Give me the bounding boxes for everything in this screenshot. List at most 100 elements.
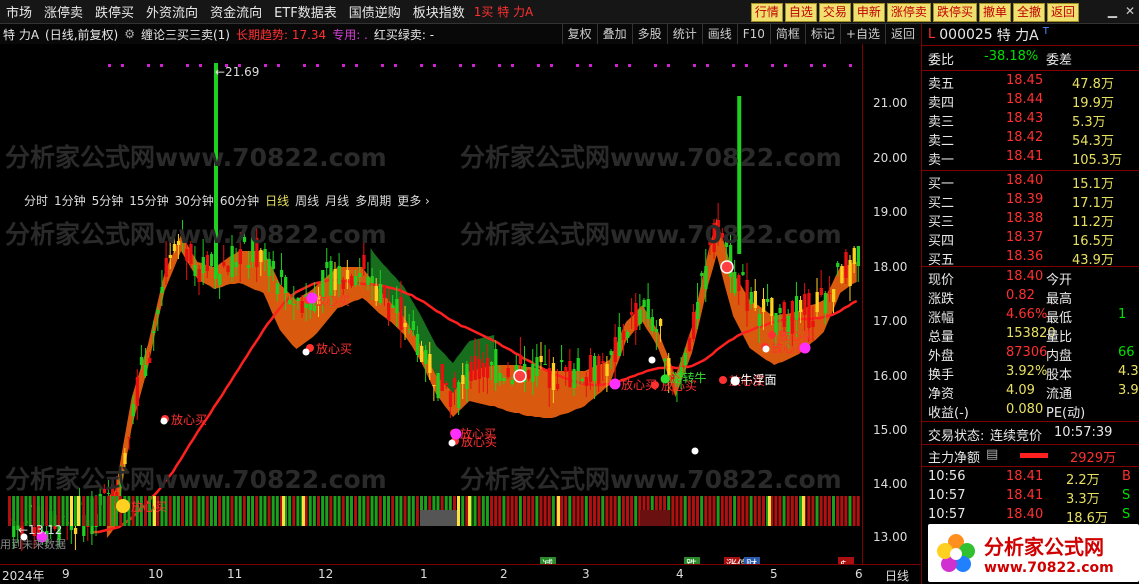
signal-dot xyxy=(342,64,345,67)
sell-row[interactable]: 卖四 18.44 19.9万 xyxy=(922,91,1139,111)
candle xyxy=(584,377,589,386)
period-tab-more[interactable]: 更多 › xyxy=(397,192,430,209)
period-tab-15min[interactable]: 15分钟 xyxy=(129,192,168,209)
period-tab-daily[interactable]: 日线 xyxy=(265,192,289,209)
toolbar-f10[interactable]: F10 xyxy=(736,24,770,44)
period-tab-30min[interactable]: 30分钟 xyxy=(175,192,214,209)
menu-item-sector-index[interactable]: 板块指数 xyxy=(407,2,471,21)
time-month: 6 xyxy=(855,567,863,581)
signal-dot xyxy=(381,64,384,67)
minimize-icon[interactable]: ▁ xyxy=(1108,4,1117,18)
volume-bar xyxy=(737,496,741,526)
ipo-button[interactable]: 申新 xyxy=(852,3,885,22)
stat-label: 内盘 xyxy=(1046,349,1073,364)
menu-item-market[interactable]: 市场 xyxy=(0,2,38,21)
menu-item-capital-flow[interactable]: 资金流向 xyxy=(204,2,268,21)
toolbar-multi-stock[interactable]: 多股 xyxy=(631,24,667,44)
quote-button[interactable]: 行情 xyxy=(750,3,783,22)
menu-item-repo[interactable]: 国债逆购 xyxy=(343,2,407,21)
trade-button[interactable]: 交易 xyxy=(818,3,851,22)
indicator-name[interactable]: 缠论三买三卖(1) xyxy=(138,26,233,43)
limit-down-buy-button[interactable]: 跌停买 xyxy=(932,3,977,22)
toolbar-draw[interactable]: 画线 xyxy=(701,24,737,44)
menu-icon[interactable]: ▤ xyxy=(986,447,998,462)
period-tab-weekly[interactable]: 周线 xyxy=(295,192,319,209)
back-button[interactable]: 返回 xyxy=(1046,3,1079,22)
candle xyxy=(143,365,148,376)
signal-dot xyxy=(186,64,189,67)
sell-row[interactable]: 卖二 18.42 54.3万 xyxy=(922,129,1139,149)
volume-bar xyxy=(57,496,61,526)
close-icon[interactable]: ✕ xyxy=(1125,4,1135,18)
buy-row[interactable]: 买五 18.36 43.9万 xyxy=(922,248,1139,268)
sell-row[interactable]: 卖三 18.43 5.3万 xyxy=(922,110,1139,130)
menu-hot-stock[interactable]: 1买 特 力A xyxy=(471,3,536,20)
candle xyxy=(691,312,696,339)
buy-row[interactable]: 买一 18.40 15.1万 xyxy=(922,172,1139,192)
limit-up-sell-button[interactable]: 涨停卖 xyxy=(886,3,931,22)
period-tab-5min[interactable]: 5分钟 xyxy=(92,192,124,209)
candle xyxy=(708,238,712,245)
sell-row[interactable]: 卖一 18.41 105.3万 xyxy=(922,148,1139,168)
signal-dot xyxy=(264,64,267,67)
menu-item-foreign-flow[interactable]: 外资流向 xyxy=(140,2,204,21)
toolbar-restore-rights[interactable]: 复权 xyxy=(561,24,597,44)
candle xyxy=(617,327,622,356)
volume-bar xyxy=(329,496,333,526)
volume-bar xyxy=(395,496,399,526)
toolbar-stats[interactable]: 统计 xyxy=(666,24,702,44)
buy-row[interactable]: 买三 18.38 11.2万 xyxy=(922,210,1139,230)
volume-bar xyxy=(733,496,737,526)
volume-bar xyxy=(391,496,395,526)
toolbar-back[interactable]: 返回 xyxy=(884,24,920,44)
buy-row[interactable]: 买四 18.37 16.5万 xyxy=(922,229,1139,249)
period-tab-1min[interactable]: 1分钟 xyxy=(54,192,86,209)
toolbar-add-watch[interactable]: +自选 xyxy=(839,24,885,44)
toolbar-mark[interactable]: 标记 xyxy=(804,24,840,44)
buy-row[interactable]: 买二 18.39 17.1万 xyxy=(922,191,1139,211)
period-tab-60min[interactable]: 60分钟 xyxy=(220,192,259,209)
magenta-dot xyxy=(306,292,318,304)
toolbar-overlay[interactable]: 叠加 xyxy=(596,24,632,44)
volume-bar xyxy=(176,496,180,526)
menu-item-limit-up-sell[interactable]: 涨停卖 xyxy=(38,2,89,21)
trade-state-value: 连续竞价 xyxy=(990,429,1043,444)
candle xyxy=(766,299,770,302)
volume-bar xyxy=(844,496,848,526)
stat-value: 4.66% xyxy=(1006,307,1048,322)
candle xyxy=(494,349,498,383)
buy-volume: 16.5万 xyxy=(1072,234,1114,249)
volume-bar xyxy=(490,496,494,526)
period-tab-multi[interactable]: 多周期 xyxy=(355,192,391,209)
sell-level-label: 卖四 xyxy=(928,96,955,111)
candle xyxy=(156,310,160,314)
sell-row[interactable]: 卖五 18.45 47.8万 xyxy=(922,72,1139,92)
candle xyxy=(811,321,815,327)
signal-dot xyxy=(615,64,618,67)
buy-price: 18.37 xyxy=(1006,230,1044,245)
volume-bar xyxy=(382,496,386,526)
volume-bar xyxy=(745,496,749,526)
candle xyxy=(238,249,243,264)
volume-highlight xyxy=(802,496,805,526)
ball-icon xyxy=(513,369,527,383)
volume-bar xyxy=(226,496,230,526)
menu-item-etf[interactable]: ETF数据表 xyxy=(268,2,343,21)
period-tab-monthly[interactable]: 月线 xyxy=(325,192,349,209)
volume-bar xyxy=(761,496,765,526)
signal-dot xyxy=(849,64,852,67)
toolbar-simple-frame[interactable]: 简框 xyxy=(769,24,805,44)
volume-bar xyxy=(687,496,691,526)
period-tab-timeshare[interactable]: 分时 xyxy=(24,192,48,209)
cancel-order-button[interactable]: 撤单 xyxy=(978,3,1011,22)
gear-icon[interactable]: ⚙ xyxy=(121,27,138,41)
cancel-all-button[interactable]: 全撤 xyxy=(1012,3,1045,22)
candle xyxy=(539,356,543,362)
candle xyxy=(284,277,288,293)
candle xyxy=(185,249,189,261)
stat-value: 4.09 xyxy=(1006,383,1035,398)
logo-name: 分析家公式网 xyxy=(984,534,1104,559)
kline-chart[interactable]: 放心买放心买放心买放心买放心买放心买放心买 放心买 放心买放心买放心买←21.69←… xyxy=(0,44,920,564)
menu-item-limit-down-buy[interactable]: 跌停买 xyxy=(89,2,140,21)
watchlist-button[interactable]: 自选 xyxy=(784,3,817,22)
